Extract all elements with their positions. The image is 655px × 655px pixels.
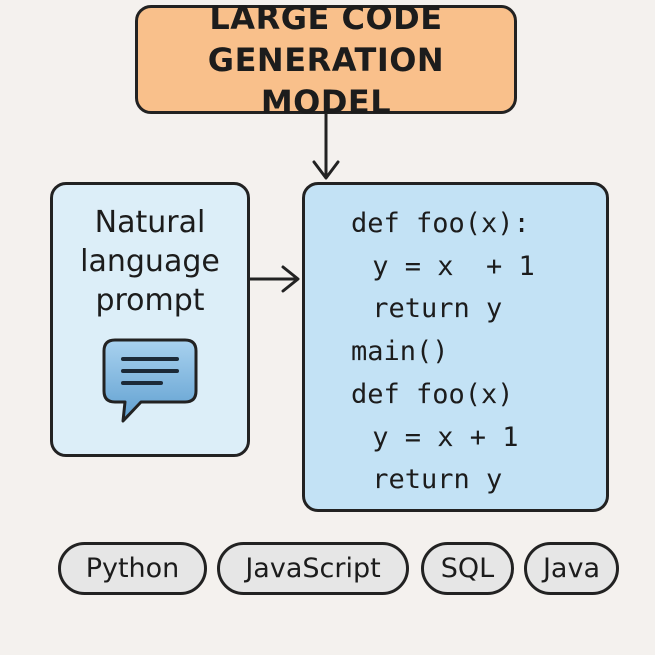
code-line-2: y = x + 1: [356, 251, 535, 282]
prompt-label-line-3: prompt: [95, 283, 205, 318]
generated-code-box: def foo(x): y = x + 1 return y main() de…: [302, 182, 609, 512]
code-generation-model-box: LARGE CODE GENERATION MODEL: [135, 0, 517, 121]
prompt-label-line-1: Natural: [94, 205, 206, 240]
code-line-1: def foo(x):: [351, 208, 530, 239]
chat-bubble-icon: [102, 338, 198, 423]
code-line-7: return y: [356, 464, 503, 495]
code-line-4: main(): [351, 336, 449, 367]
prompt-label-line-2: language: [80, 244, 220, 279]
diagram-canvas: LARGE CODE GENERATION MODEL Natural lang…: [0, 0, 655, 655]
model-title-line-1: LARGE CODE: [209, 0, 443, 37]
prompt-to-code-arrow: [250, 265, 300, 293]
model-title-line-2: GENERATION MODEL: [207, 40, 445, 121]
model-to-code-arrow: [312, 114, 340, 180]
prompt-label: Natural language prompt: [53, 203, 247, 320]
code-line-5: def foo(x): [351, 379, 514, 410]
language-tag-python: Python: [58, 542, 207, 595]
language-tag-java: Java: [524, 542, 619, 595]
natural-language-prompt-box: Natural language prompt: [50, 182, 250, 457]
language-tag-sql: SQL: [421, 542, 514, 595]
code-line-6: y = x + 1: [356, 422, 519, 453]
language-tag-javascript: JavaScript: [217, 542, 409, 595]
code-line-3: return y: [356, 293, 503, 324]
